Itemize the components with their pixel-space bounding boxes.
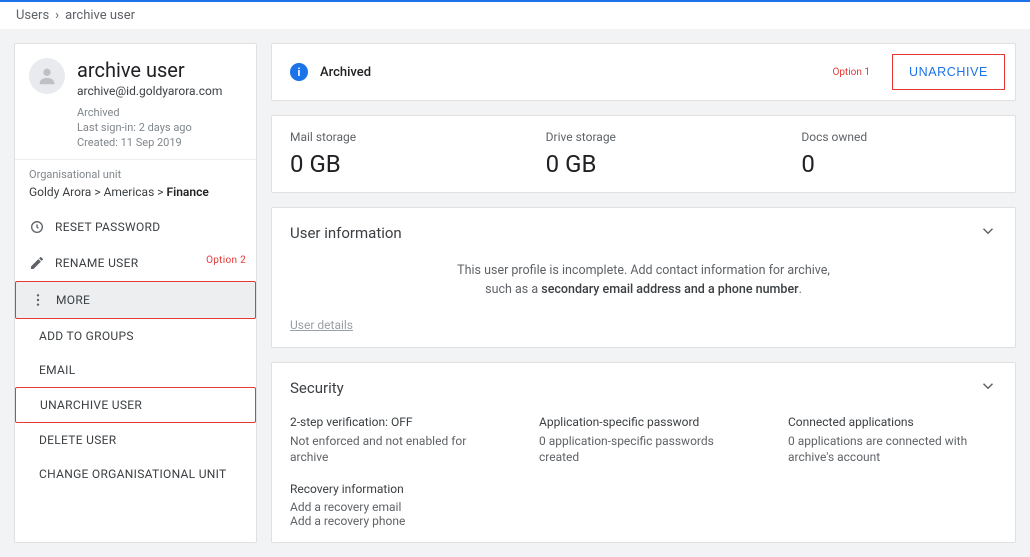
breadcrumb-root[interactable]: Users (16, 8, 49, 23)
avatar (29, 58, 65, 94)
orgunit-mid[interactable]: Americas (104, 185, 155, 199)
user-info-body-bold: secondary email address and a phone numb… (541, 282, 798, 297)
two-step-body: Not enforced and not enabled for archive (290, 433, 499, 467)
option1-tag: Option 1 (832, 67, 870, 78)
recovery-label: Recovery information (290, 482, 997, 496)
asp-body: 0 application-specific passwords created (539, 433, 748, 467)
archived-banner: i Archived Option 1 UNARCHIVE (271, 43, 1016, 101)
breadcrumb-current: archive user (65, 8, 135, 23)
orgunit-leaf[interactable]: Finance (167, 185, 209, 199)
rename-user-label: RENAME USER (55, 256, 138, 270)
add-to-groups-label: ADD TO GROUPS (39, 329, 134, 343)
two-step-label: 2-step verification: OFF (290, 415, 499, 429)
mail-storage-value: 0 GB (290, 150, 486, 178)
chevron-down-icon[interactable] (979, 377, 997, 399)
change-ou-label: CHANGE ORGANISATIONAL UNIT (39, 467, 227, 481)
add-to-groups-button[interactable]: ADD TO GROUPS (15, 319, 256, 353)
email-button[interactable]: EMAIL (15, 353, 256, 387)
docs-owned-stat: Docs owned 0 (801, 130, 997, 178)
chevron-down-icon[interactable] (979, 222, 997, 244)
orgunit-path[interactable]: Goldy Arora > Americas > Finance (29, 185, 242, 199)
profile-name: archive user (77, 58, 222, 82)
sidebar: archive user archive@id.goldyarora.com A… (14, 43, 257, 543)
delete-user-button[interactable]: DELETE USER (15, 423, 256, 457)
orgunit-root[interactable]: Goldy Arora (29, 185, 91, 199)
orgunit-block: Organisational unit Goldy Arora > Americ… (15, 159, 256, 209)
archived-status-text: Archived (320, 65, 371, 80)
profile-email: archive@id.goldyarora.com (77, 84, 222, 98)
user-info-body: This user profile is incomplete. Add con… (454, 262, 834, 300)
unarchive-user-label: UNARCHIVE USER (40, 398, 142, 412)
security-section[interactable]: Security 2-step verification: OFF Not en… (271, 362, 1016, 544)
connected-apps-block: Connected applications 0 applications ar… (788, 415, 997, 467)
user-details-link[interactable]: User details (290, 318, 353, 332)
user-info-body-suffix: . (799, 282, 802, 297)
mail-storage-stat: Mail storage 0 GB (290, 130, 486, 178)
user-info-title: User information (290, 224, 402, 242)
connected-apps-label: Connected applications (788, 415, 997, 429)
more-button[interactable]: MORE (15, 281, 256, 319)
docs-owned-value: 0 (801, 150, 997, 178)
change-ou-button[interactable]: CHANGE ORGANISATIONAL UNIT (15, 457, 256, 491)
unarchive-user-button[interactable]: UNARCHIVE USER (15, 387, 256, 423)
profile-created: Created: 11 Sep 2019 (77, 136, 222, 149)
lock-reset-icon (29, 219, 45, 235)
more-label: MORE (56, 293, 90, 307)
connected-apps-body: 0 applications are connected with archiv… (788, 433, 997, 467)
docs-owned-label: Docs owned (801, 130, 997, 144)
info-icon: i (290, 63, 308, 81)
two-step-block: 2-step verification: OFF Not enforced an… (290, 415, 499, 467)
mail-storage-label: Mail storage (290, 130, 486, 144)
recovery-block: Recovery information Add a recovery emai… (290, 482, 997, 528)
reset-password-label: RESET PASSWORD (55, 220, 160, 234)
pencil-icon (29, 255, 45, 271)
asp-block: Application-specific password 0 applicat… (539, 415, 748, 467)
profile-header: archive user archive@id.goldyarora.com A… (15, 44, 256, 159)
orgunit-label: Organisational unit (29, 168, 242, 181)
drive-storage-stat: Drive storage 0 GB (546, 130, 742, 178)
email-label: EMAIL (39, 363, 75, 377)
chevron-right-icon: › (55, 8, 59, 23)
recovery-phone-link[interactable]: Add a recovery phone (290, 514, 997, 528)
profile-last-signin: Last sign-in: 2 days ago (77, 121, 222, 134)
delete-user-label: DELETE USER (39, 433, 116, 447)
more-vert-icon (30, 292, 46, 308)
reset-password-button[interactable]: RESET PASSWORD (15, 209, 256, 245)
breadcrumb: Users › archive user (0, 0, 1030, 29)
security-title: Security (290, 379, 344, 397)
option2-tag: Option 2 (206, 255, 246, 266)
main-content: i Archived Option 1 UNARCHIVE Mail stora… (271, 43, 1016, 543)
asp-label: Application-specific password (539, 415, 748, 429)
rename-user-button[interactable]: RENAME USER Option 2 (15, 245, 256, 281)
drive-storage-label: Drive storage (546, 130, 742, 144)
user-info-section[interactable]: User information This user profile is in… (271, 207, 1016, 348)
person-icon (36, 65, 58, 87)
profile-status: Archived (77, 106, 222, 119)
drive-storage-value: 0 GB (546, 150, 742, 178)
recovery-email-link[interactable]: Add a recovery email (290, 500, 997, 514)
storage-stats: Mail storage 0 GB Drive storage 0 GB Doc… (271, 115, 1016, 193)
unarchive-button[interactable]: UNARCHIVE (892, 54, 1005, 90)
